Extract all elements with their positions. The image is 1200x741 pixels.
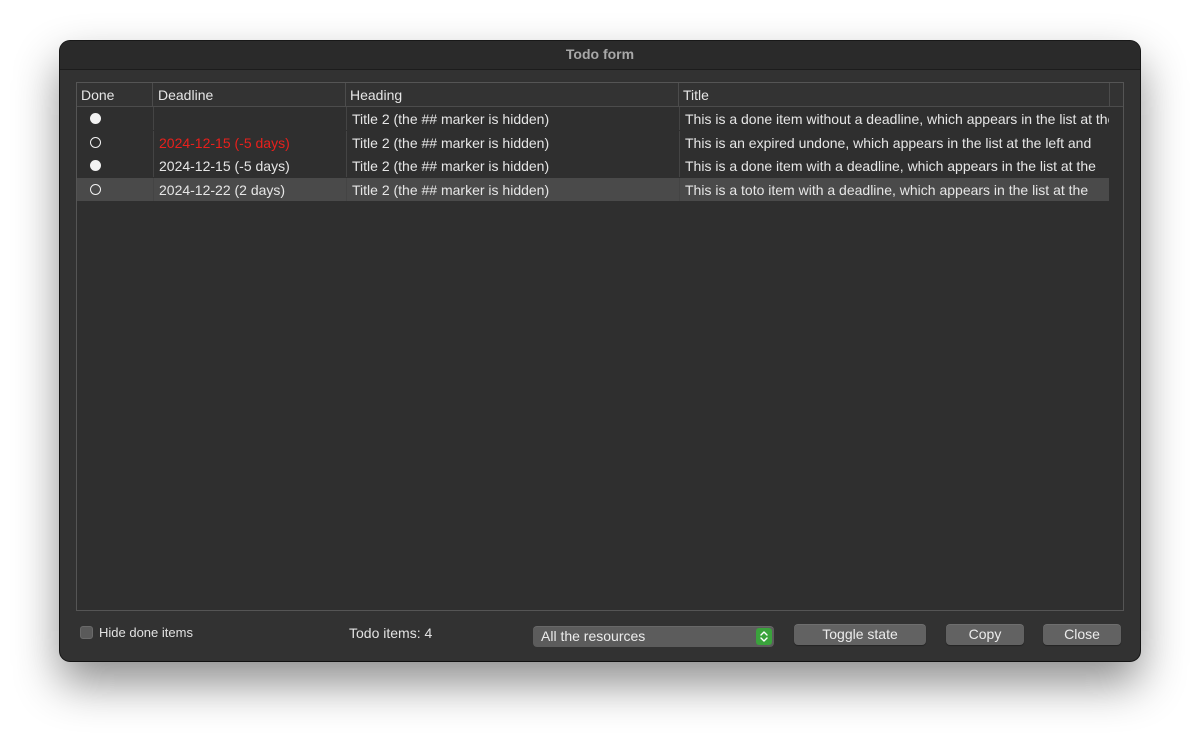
resource-select-value: All the resources [541, 628, 646, 644]
title-cell: This is a toto item with a deadline, whi… [679, 177, 1109, 201]
heading-cell: Title 2 (the ## marker is hidden) [346, 154, 679, 178]
done-cell[interactable] [77, 107, 153, 130]
hide-done-label[interactable]: Hide done items [99, 625, 193, 641]
done-cell[interactable] [77, 154, 153, 177]
toggle-state-button[interactable]: Toggle state [794, 624, 926, 645]
title-cell: This is a done item without a deadline, … [679, 107, 1109, 130]
table-header: Done Deadline Heading Title [77, 83, 1123, 107]
table-row[interactable]: 2024-12-15 (-5 days) Title 2 (the ## mark… [77, 154, 1109, 178]
select-updown-icon [756, 628, 772, 645]
deadline-cell: 2024-12-15 (-5 days) [153, 154, 346, 178]
undone-open-circle-icon[interactable] [90, 183, 101, 195]
close-button[interactable]: Close [1043, 624, 1121, 645]
heading-cell: Title 2 (the ## marker is hidden) [346, 177, 679, 201]
todo-table[interactable]: Done Deadline Heading Title Title 2 (the… [76, 82, 1124, 611]
done-cell[interactable] [77, 131, 153, 154]
todo-form-window: Todo form Done Deadline Heading Title Ti… [60, 41, 1140, 661]
heading-cell: Title 2 (the ## marker is hidden) [346, 130, 679, 154]
copy-button[interactable]: Copy [946, 624, 1024, 645]
title-cell: This is a done item with a deadline, whi… [679, 154, 1109, 178]
deadline-cell: 2024-12-22 (2 days) [153, 177, 346, 201]
column-header-done[interactable]: Done [77, 83, 153, 106]
todo-count-label: Todo items: 4 [349, 625, 433, 641]
title-cell: This is an expired undone, which appears… [679, 130, 1109, 154]
done-filled-circle-icon[interactable] [90, 160, 101, 172]
table-row[interactable]: 2024-12-22 (2 days) Title 2 (the ## marke… [77, 177, 1109, 201]
deadline-cell: 2024-12-15 (-5 days) [153, 130, 346, 154]
column-header-deadline[interactable]: Deadline [153, 83, 346, 106]
hide-done-checkbox[interactable] [80, 626, 93, 639]
column-header-title[interactable]: Title [679, 83, 1110, 106]
undone-open-circle-icon[interactable] [90, 136, 101, 148]
window-title: Todo form [60, 41, 1140, 70]
deadline-cell [153, 107, 346, 130]
done-filled-circle-icon[interactable] [90, 113, 101, 124]
done-cell[interactable] [77, 178, 153, 201]
table-row[interactable]: 2024-12-15 (-5 days) Title 2 (the ## mark… [77, 130, 1109, 154]
heading-cell: Title 2 (the ## marker is hidden) [346, 107, 679, 130]
table-row[interactable]: Title 2 (the ## marker is hidden) This is… [77, 107, 1109, 130]
column-header-heading[interactable]: Heading [346, 83, 679, 106]
resource-select[interactable]: All the resources [533, 626, 774, 647]
